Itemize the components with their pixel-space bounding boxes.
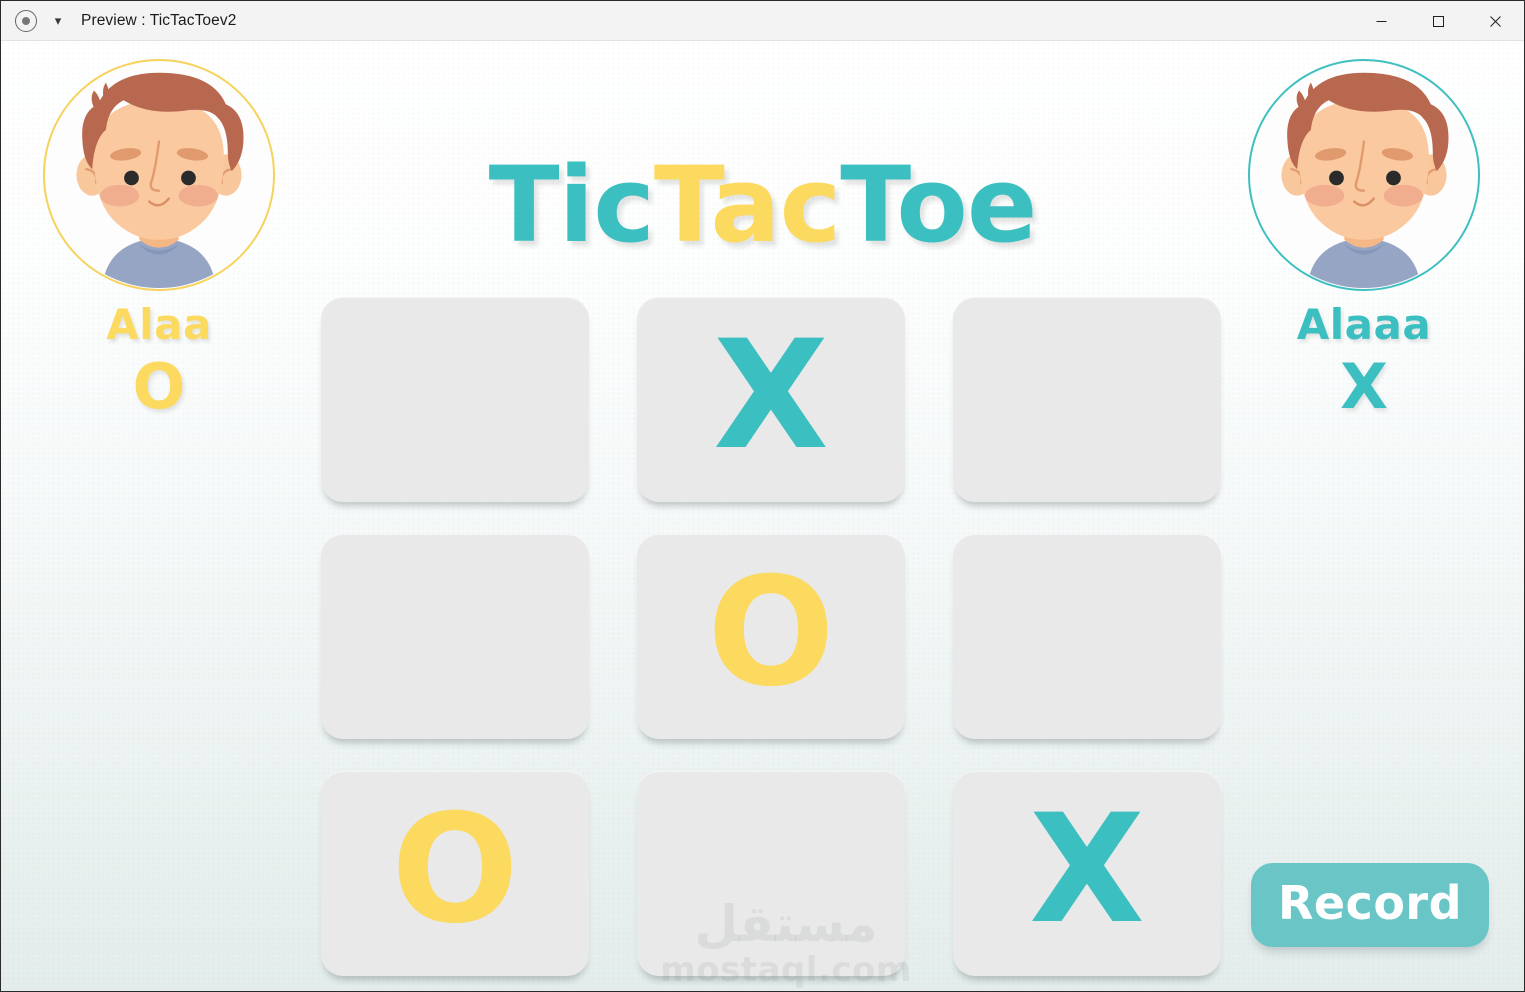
title-part-1: Tic — [488, 144, 655, 266]
cell-mark-o: O — [391, 782, 519, 957]
boy-avatar-icon — [1250, 61, 1478, 289]
minimize-button[interactable] — [1353, 1, 1410, 41]
close-icon — [1490, 15, 1501, 27]
title-bar: ▾ Preview : TicTacToev2 — [1, 1, 1524, 41]
avatar — [43, 59, 275, 291]
board-cell-r1c0[interactable] — [321, 534, 589, 739]
boy-avatar-icon — [45, 61, 273, 289]
chevron-down-icon[interactable]: ▾ — [47, 10, 69, 32]
player-panel-right: Alaaa X — [1234, 59, 1494, 418]
game-board: XOOX — [321, 297, 1221, 976]
board-cell-r2c2[interactable]: X — [953, 771, 1221, 976]
maximize-button[interactable] — [1410, 1, 1467, 41]
board-cell-r2c1[interactable] — [637, 771, 905, 976]
record-circle-icon — [15, 9, 37, 32]
record-button[interactable]: Record — [1251, 863, 1489, 947]
window-controls — [1353, 1, 1524, 40]
player-mark-left: O — [132, 350, 186, 423]
board-cell-r0c0[interactable] — [321, 297, 589, 502]
board-cell-r2c0[interactable]: O — [321, 771, 589, 976]
avatar — [1248, 59, 1480, 291]
cell-mark-x: X — [1029, 782, 1145, 957]
title-part-3: Toe — [840, 144, 1037, 266]
cell-mark-o: O — [707, 545, 835, 720]
board-cell-r1c1[interactable]: O — [637, 534, 905, 739]
player-name-left: Alaa — [106, 300, 212, 349]
maximize-icon — [1433, 15, 1444, 27]
player-panel-left: Alaa O — [29, 59, 289, 418]
board-cell-r1c2[interactable] — [953, 534, 1221, 739]
title-part-2: Tac — [653, 144, 841, 266]
board-cell-r0c1[interactable]: X — [637, 297, 905, 502]
minimize-icon — [1376, 20, 1387, 22]
game-stage: Alaa O Alaaa X TicTacToe X O O X Record — [1, 41, 1524, 991]
close-button[interactable] — [1467, 1, 1524, 41]
app-window: ▾ Preview : TicTacToev2 Alaa O Alaaa X T… — [0, 0, 1525, 992]
player-mark-right: X — [1340, 350, 1388, 423]
player-name-right: Alaaa — [1296, 300, 1432, 349]
window-title: Preview : TicTacToev2 — [81, 11, 237, 29]
cell-mark-x: X — [713, 308, 829, 483]
board-cell-r0c2[interactable] — [953, 297, 1221, 502]
